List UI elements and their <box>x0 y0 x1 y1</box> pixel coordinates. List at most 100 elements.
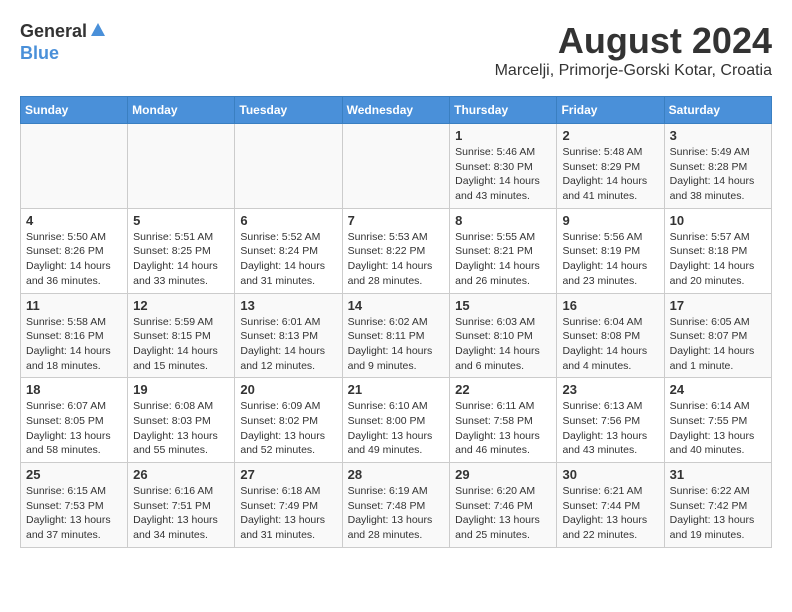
day-number: 10 <box>670 213 766 228</box>
day-number: 15 <box>455 298 551 313</box>
day-info: Sunrise: 5:58 AM Sunset: 8:16 PM Dayligh… <box>26 315 122 374</box>
day-info: Sunrise: 5:59 AM Sunset: 8:15 PM Dayligh… <box>133 315 229 374</box>
day-info: Sunrise: 6:04 AM Sunset: 8:08 PM Dayligh… <box>562 315 658 374</box>
calendar-cell: 3 Sunrise: 5:49 AM Sunset: 8:28 PM Daylig… <box>664 124 771 209</box>
day-info: Sunrise: 6:22 AM Sunset: 7:42 PM Dayligh… <box>670 484 766 543</box>
day-number: 26 <box>133 467 229 482</box>
day-info: Sunrise: 6:09 AM Sunset: 8:02 PM Dayligh… <box>240 399 336 458</box>
day-number: 13 <box>240 298 336 313</box>
day-info: Sunrise: 6:07 AM Sunset: 8:05 PM Dayligh… <box>26 399 122 458</box>
day-number: 3 <box>670 128 766 143</box>
calendar-cell: 10Sunrise: 5:57 AM Sunset: 8:18 PM Dayli… <box>664 208 771 293</box>
day-info: Sunrise: 5:48 AM Sunset: 8:29 PM Dayligh… <box>562 145 658 204</box>
day-number: 5 <box>133 213 229 228</box>
day-info: Sunrise: 5:49 AM Sunset: 8:28 PM Dayligh… <box>670 145 766 204</box>
calendar-cell: 8 Sunrise: 5:55 AM Sunset: 8:21 PM Daylig… <box>450 208 557 293</box>
calendar-cell: 26 Sunrise: 6:16 AM Sunset: 7:51 PM Dayli… <box>128 463 235 548</box>
day-info: Sunrise: 6:05 AM Sunset: 8:07 PM Dayligh… <box>670 315 766 374</box>
day-number: 17 <box>670 298 766 313</box>
calendar-cell <box>342 124 450 209</box>
day-info: Sunrise: 5:52 AM Sunset: 8:24 PM Dayligh… <box>240 230 336 289</box>
calendar-cell: 5 Sunrise: 5:51 AM Sunset: 8:25 PM Daylig… <box>128 208 235 293</box>
calendar-cell: 14 Sunrise: 6:02 AM Sunset: 8:11 PM Dayli… <box>342 293 450 378</box>
calendar-cell: 29Sunrise: 6:20 AM Sunset: 7:46 PM Dayli… <box>450 463 557 548</box>
calendar-cell: 28 Sunrise: 6:19 AM Sunset: 7:48 PM Dayli… <box>342 463 450 548</box>
day-info: Sunrise: 6:16 AM Sunset: 7:51 PM Dayligh… <box>133 484 229 543</box>
calendar-week-row: 25 Sunrise: 6:15 AM Sunset: 7:53 PM Dayli… <box>21 463 772 548</box>
day-number: 18 <box>26 382 122 397</box>
logo-general-text: General <box>20 21 87 42</box>
calendar-cell: 24 Sunrise: 6:14 AM Sunset: 7:55 PM Dayli… <box>664 378 771 463</box>
day-number: 16 <box>562 298 658 313</box>
day-info: Sunrise: 6:01 AM Sunset: 8:13 PM Dayligh… <box>240 315 336 374</box>
page-header: General Blue August 2024 Marcelji, Primo… <box>20 20 772 80</box>
logo: General Blue <box>20 20 106 64</box>
day-number: 12 <box>133 298 229 313</box>
day-number: 23 <box>562 382 658 397</box>
calendar-cell: 13 Sunrise: 6:01 AM Sunset: 8:13 PM Dayli… <box>235 293 342 378</box>
day-info: Sunrise: 6:19 AM Sunset: 7:48 PM Dayligh… <box>348 484 445 543</box>
calendar-week-row: 4 Sunrise: 5:50 AM Sunset: 8:26 PM Daylig… <box>21 208 772 293</box>
calendar-week-row: 1 Sunrise: 5:46 AM Sunset: 8:30 PM Daylig… <box>21 124 772 209</box>
header-monday: Monday <box>128 97 235 124</box>
calendar-cell: 25 Sunrise: 6:15 AM Sunset: 7:53 PM Dayli… <box>21 463 128 548</box>
day-number: 28 <box>348 467 445 482</box>
calendar-cell: 17 Sunrise: 6:05 AM Sunset: 8:07 PM Dayli… <box>664 293 771 378</box>
calendar-cell: 27 Sunrise: 6:18 AM Sunset: 7:49 PM Dayli… <box>235 463 342 548</box>
day-info: Sunrise: 6:11 AM Sunset: 7:58 PM Dayligh… <box>455 399 551 458</box>
calendar-subtitle: Marcelji, Primorje-Gorski Kotar, Croatia <box>495 62 772 80</box>
calendar-cell: 31Sunrise: 6:22 AM Sunset: 7:42 PM Dayli… <box>664 463 771 548</box>
calendar-cell: 18 Sunrise: 6:07 AM Sunset: 8:05 PM Dayli… <box>21 378 128 463</box>
logo-blue-text: Blue <box>20 43 59 63</box>
calendar-cell: 19 Sunrise: 6:08 AM Sunset: 8:03 PM Dayli… <box>128 378 235 463</box>
day-number: 22 <box>455 382 551 397</box>
day-info: Sunrise: 5:46 AM Sunset: 8:30 PM Dayligh… <box>455 145 551 204</box>
day-number: 8 <box>455 213 551 228</box>
calendar-cell <box>235 124 342 209</box>
day-number: 24 <box>670 382 766 397</box>
day-number: 19 <box>133 382 229 397</box>
logo-triangle-icon <box>90 22 106 43</box>
day-info: Sunrise: 6:08 AM Sunset: 8:03 PM Dayligh… <box>133 399 229 458</box>
day-number: 6 <box>240 213 336 228</box>
day-info: Sunrise: 5:51 AM Sunset: 8:25 PM Dayligh… <box>133 230 229 289</box>
calendar-header-row: SundayMondayTuesdayWednesdayThursdayFrid… <box>21 97 772 124</box>
header-tuesday: Tuesday <box>235 97 342 124</box>
day-number: 14 <box>348 298 445 313</box>
day-number: 25 <box>26 467 122 482</box>
day-info: Sunrise: 6:13 AM Sunset: 7:56 PM Dayligh… <box>562 399 658 458</box>
day-info: Sunrise: 5:55 AM Sunset: 8:21 PM Dayligh… <box>455 230 551 289</box>
day-number: 27 <box>240 467 336 482</box>
calendar-title: August 2024 <box>495 20 772 62</box>
day-info: Sunrise: 6:18 AM Sunset: 7:49 PM Dayligh… <box>240 484 336 543</box>
day-number: 1 <box>455 128 551 143</box>
calendar-cell: 6 Sunrise: 5:52 AM Sunset: 8:24 PM Daylig… <box>235 208 342 293</box>
calendar-cell: 9Sunrise: 5:56 AM Sunset: 8:19 PM Daylig… <box>557 208 664 293</box>
calendar-cell <box>128 124 235 209</box>
day-info: Sunrise: 5:50 AM Sunset: 8:26 PM Dayligh… <box>26 230 122 289</box>
day-info: Sunrise: 6:03 AM Sunset: 8:10 PM Dayligh… <box>455 315 551 374</box>
calendar-week-row: 11Sunrise: 5:58 AM Sunset: 8:16 PM Dayli… <box>21 293 772 378</box>
calendar-cell <box>21 124 128 209</box>
day-number: 4 <box>26 213 122 228</box>
day-number: 21 <box>348 382 445 397</box>
calendar-cell: 11Sunrise: 5:58 AM Sunset: 8:16 PM Dayli… <box>21 293 128 378</box>
calendar-cell: 16 Sunrise: 6:04 AM Sunset: 8:08 PM Dayli… <box>557 293 664 378</box>
day-info: Sunrise: 6:14 AM Sunset: 7:55 PM Dayligh… <box>670 399 766 458</box>
calendar-cell: 23 Sunrise: 6:13 AM Sunset: 7:56 PM Dayli… <box>557 378 664 463</box>
day-number: 2 <box>562 128 658 143</box>
day-number: 7 <box>348 213 445 228</box>
day-info: Sunrise: 6:15 AM Sunset: 7:53 PM Dayligh… <box>26 484 122 543</box>
day-info: Sunrise: 6:20 AM Sunset: 7:46 PM Dayligh… <box>455 484 551 543</box>
day-info: Sunrise: 6:21 AM Sunset: 7:44 PM Dayligh… <box>562 484 658 543</box>
day-info: Sunrise: 6:02 AM Sunset: 8:11 PM Dayligh… <box>348 315 445 374</box>
day-number: 20 <box>240 382 336 397</box>
header-thursday: Thursday <box>450 97 557 124</box>
header-sunday: Sunday <box>21 97 128 124</box>
calendar-table: SundayMondayTuesdayWednesdayThursdayFrid… <box>20 96 772 548</box>
day-info: Sunrise: 5:56 AM Sunset: 8:19 PM Dayligh… <box>562 230 658 289</box>
day-number: 30 <box>562 467 658 482</box>
calendar-cell: 15 Sunrise: 6:03 AM Sunset: 8:10 PM Dayli… <box>450 293 557 378</box>
calendar-cell: 4 Sunrise: 5:50 AM Sunset: 8:26 PM Daylig… <box>21 208 128 293</box>
day-info: Sunrise: 6:10 AM Sunset: 8:00 PM Dayligh… <box>348 399 445 458</box>
